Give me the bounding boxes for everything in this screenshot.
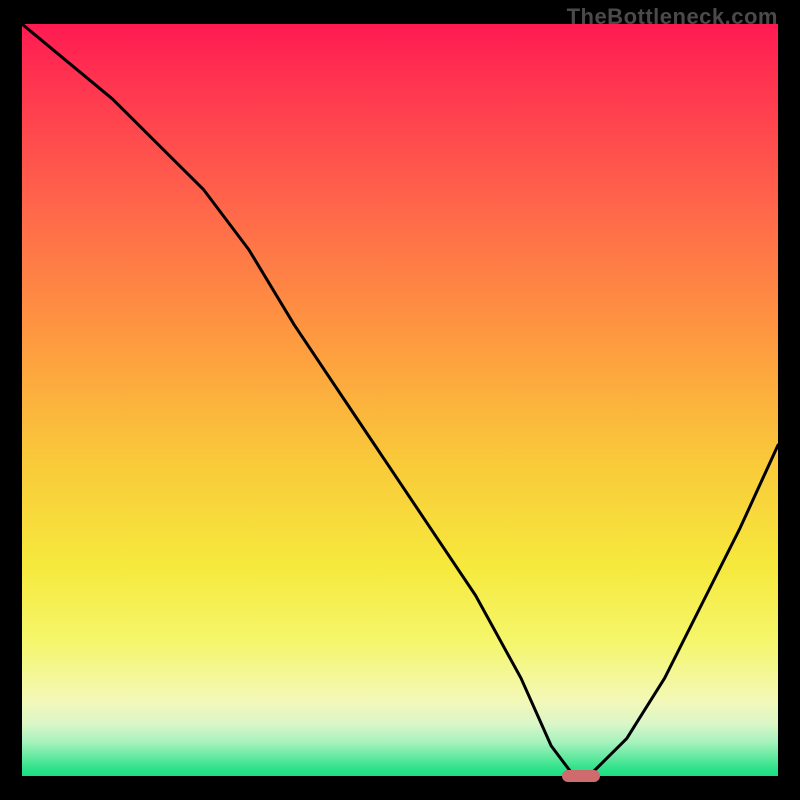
curve-path [22, 24, 778, 776]
bottleneck-curve [22, 24, 778, 776]
watermark-text: TheBottleneck.com [567, 4, 778, 30]
optimal-point-marker [562, 770, 600, 782]
chart-frame: TheBottleneck.com [0, 0, 800, 800]
